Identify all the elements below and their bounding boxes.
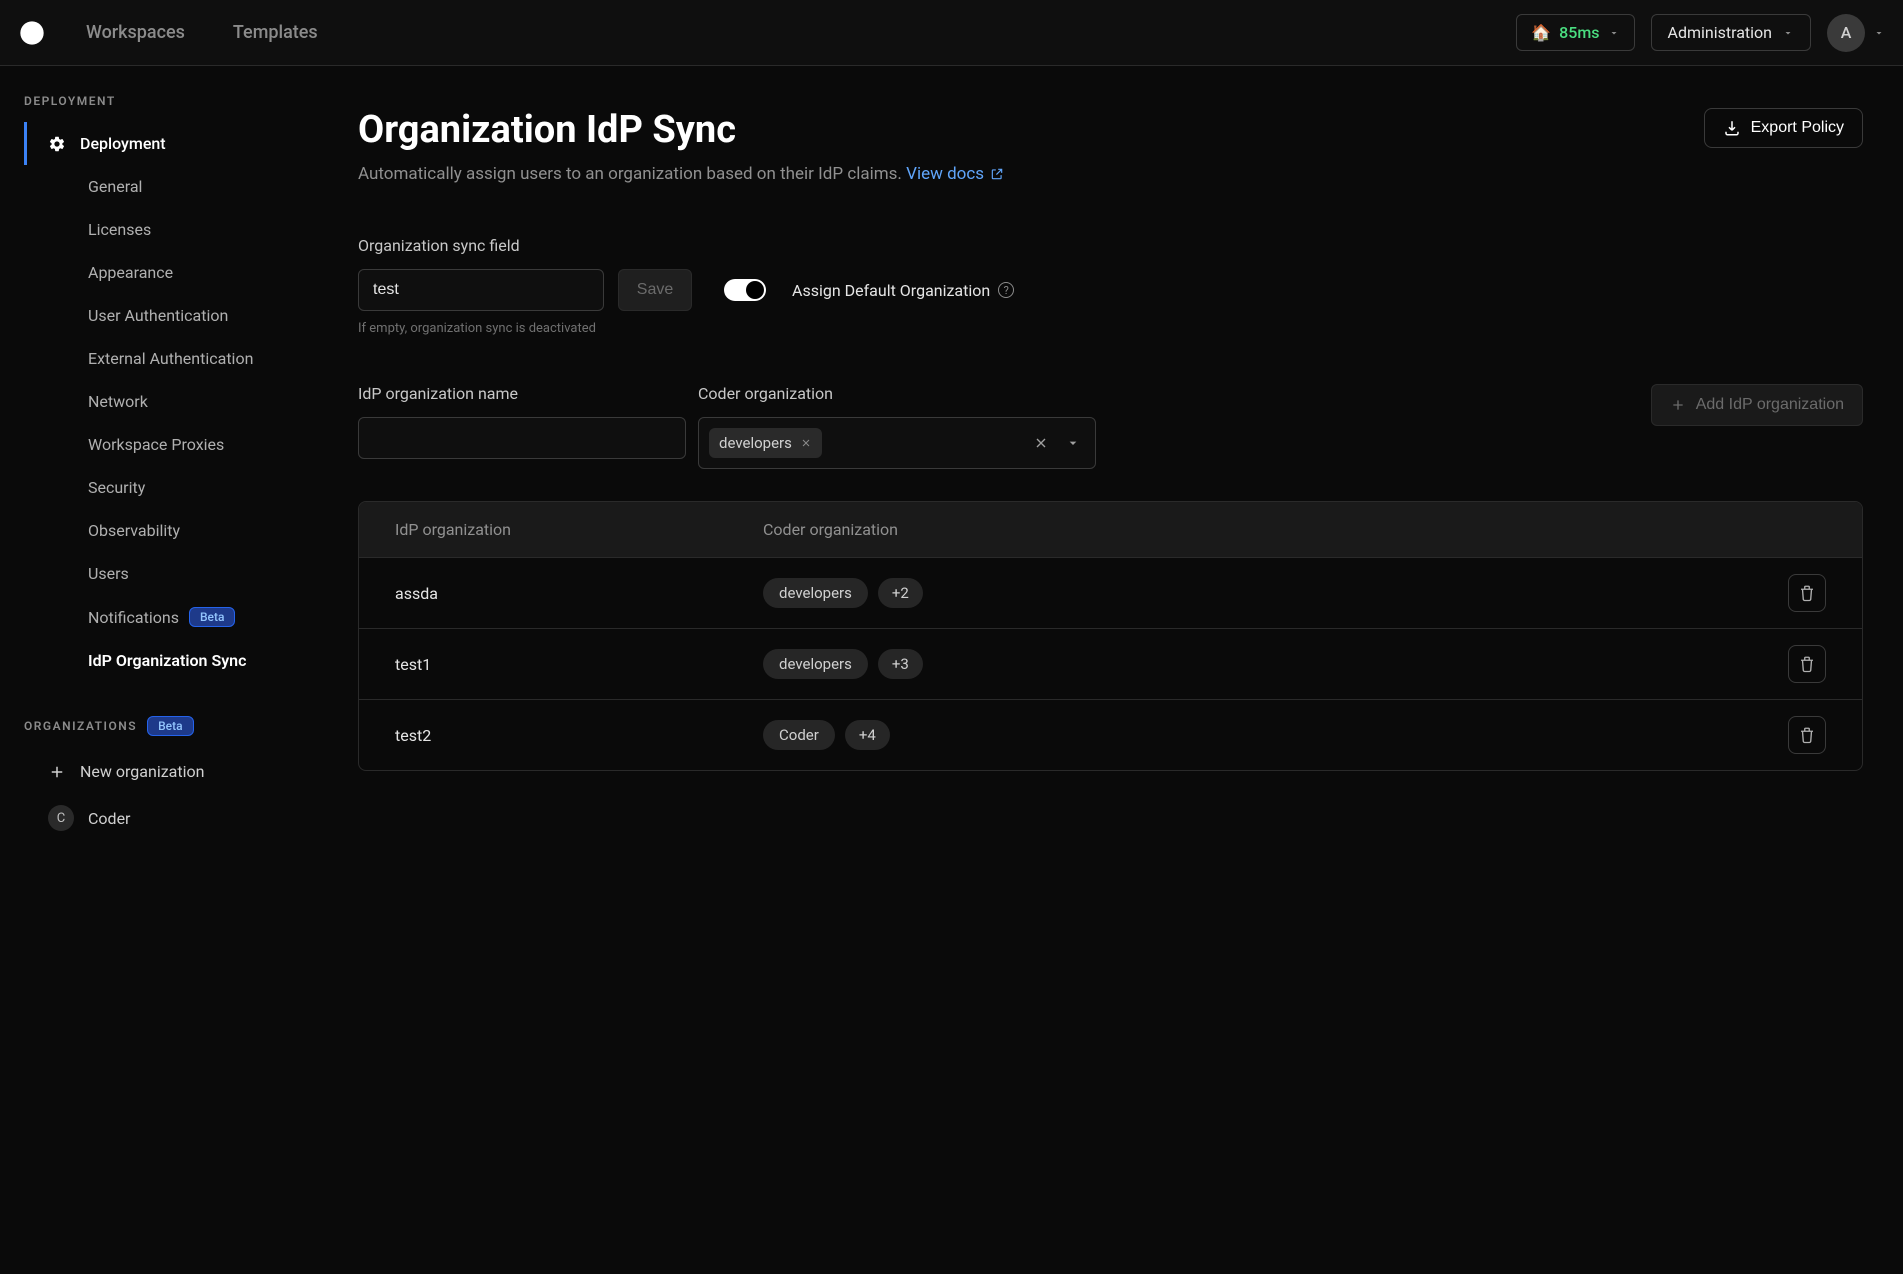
clear-icon[interactable]: [1029, 435, 1053, 451]
house-icon: 🏠: [1531, 23, 1551, 42]
table-row: assda developers +2: [359, 558, 1862, 629]
coder-logo-icon[interactable]: [18, 19, 46, 47]
new-organization-button[interactable]: New organization: [0, 750, 310, 793]
org-pill: developers: [763, 578, 868, 608]
table-col-coder-org: Coder organization: [763, 520, 1826, 539]
export-policy-button[interactable]: Export Policy: [1704, 108, 1863, 148]
delete-row-button[interactable]: [1788, 574, 1826, 612]
chevron-down-icon: [1873, 27, 1885, 39]
save-button[interactable]: Save: [618, 269, 692, 311]
idp-org-table: IdP organization Coder organization assd…: [358, 501, 1863, 771]
main-content: Organization IdP Sync Automatically assi…: [310, 66, 1903, 1274]
sidebar-org-item[interactable]: C Coder: [0, 793, 310, 843]
idp-org-cell: assda: [395, 584, 763, 603]
sidebar-link-security[interactable]: Security: [0, 466, 310, 509]
latency-dropdown[interactable]: 🏠 85ms: [1516, 14, 1634, 51]
idp-org-name-label: IdP organization name: [358, 384, 686, 403]
org-extra-count: +3: [878, 649, 923, 679]
sync-field-label: Organization sync field: [358, 236, 1863, 255]
sidebar-link-users[interactable]: Users: [0, 552, 310, 595]
chevron-down-icon: [1782, 27, 1794, 39]
trash-icon: [1798, 726, 1816, 744]
close-icon[interactable]: [800, 437, 812, 449]
org-extra-count: +2: [878, 578, 923, 608]
view-docs-link[interactable]: View docs: [906, 164, 1004, 184]
table-row: test1 developers +3: [359, 629, 1862, 700]
org-pill: developers: [763, 649, 868, 679]
add-idp-org-label: Add IdP organization: [1696, 396, 1844, 414]
administration-dropdown[interactable]: Administration: [1651, 14, 1812, 51]
sidebar-link-observability[interactable]: Observability: [0, 509, 310, 552]
table-col-idp: IdP organization: [395, 520, 763, 539]
coder-org-multiselect[interactable]: developers: [698, 417, 1096, 469]
sidebar-link-licenses[interactable]: Licenses: [0, 208, 310, 251]
page-subtitle: Automatically assign users to an organiz…: [358, 164, 1004, 184]
trash-icon: [1798, 584, 1816, 602]
sidebar-section-organizations: ORGANIZATIONS: [24, 719, 137, 733]
table-row: test2 Coder +4: [359, 700, 1862, 770]
sidebar-link-appearance[interactable]: Appearance: [0, 251, 310, 294]
chevron-down-icon[interactable]: [1061, 435, 1085, 451]
sidebar-link-general[interactable]: General: [0, 165, 310, 208]
org-avatar: C: [48, 805, 74, 831]
table-header: IdP organization Coder organization: [359, 502, 1862, 558]
plus-icon: [1670, 397, 1686, 413]
sidebar-item-label: Deployment: [80, 134, 166, 153]
delete-row-button[interactable]: [1788, 645, 1826, 683]
new-organization-label: New organization: [80, 762, 204, 781]
nav-templates[interactable]: Templates: [233, 22, 318, 43]
add-idp-organization-button[interactable]: Add IdP organization: [1651, 384, 1863, 426]
chevron-down-icon: [1608, 27, 1620, 39]
latency-value: 85ms: [1559, 23, 1599, 42]
assign-default-label: Assign Default Organization: [792, 281, 990, 300]
beta-badge: Beta: [147, 716, 193, 736]
idp-org-cell: test1: [395, 655, 763, 674]
page-title: Organization IdP Sync: [358, 108, 1004, 152]
sync-field-hint: If empty, organization sync is deactivat…: [358, 321, 1863, 336]
trash-icon: [1798, 655, 1816, 673]
delete-row-button[interactable]: [1788, 716, 1826, 754]
idp-org-name-input[interactable]: [358, 417, 686, 459]
org-pill: Coder: [763, 720, 835, 750]
external-link-icon: [990, 167, 1004, 181]
org-chip: developers: [709, 428, 822, 458]
administration-label: Administration: [1668, 23, 1773, 42]
sidebar-link-external-auth[interactable]: External Authentication: [0, 337, 310, 380]
user-menu[interactable]: A: [1827, 14, 1885, 52]
sidebar-link-network[interactable]: Network: [0, 380, 310, 423]
top-nav: Workspaces Templates 🏠 85ms Administrati…: [0, 0, 1903, 66]
assign-default-toggle[interactable]: [724, 279, 766, 301]
nav-workspaces[interactable]: Workspaces: [86, 22, 185, 43]
sync-field-input[interactable]: [358, 269, 604, 311]
gear-icon: [48, 135, 66, 153]
idp-org-cell: test2: [395, 726, 763, 745]
help-icon[interactable]: ?: [998, 282, 1014, 298]
sidebar-section-deployment: DEPLOYMENT: [0, 94, 310, 122]
org-chip-label: developers: [719, 434, 792, 452]
sidebar-link-label: Notifications: [88, 608, 179, 627]
beta-badge: Beta: [189, 607, 235, 627]
download-icon: [1723, 119, 1741, 137]
org-name: Coder: [88, 809, 130, 828]
sidebar-link-workspace-proxies[interactable]: Workspace Proxies: [0, 423, 310, 466]
plus-icon: [48, 763, 66, 781]
sidebar: DEPLOYMENT Deployment General Licenses A…: [0, 66, 310, 1274]
sidebar-link-user-auth[interactable]: User Authentication: [0, 294, 310, 337]
avatar: A: [1827, 14, 1865, 52]
export-policy-label: Export Policy: [1751, 119, 1844, 137]
sidebar-link-notifications[interactable]: Notifications Beta: [0, 595, 310, 639]
sidebar-link-idp-org-sync[interactable]: IdP Organization Sync: [0, 639, 310, 682]
org-extra-count: +4: [845, 720, 890, 750]
coder-org-label: Coder organization: [698, 384, 1096, 403]
toggle-knob: [746, 281, 764, 299]
sidebar-item-deployment[interactable]: Deployment: [0, 122, 310, 165]
